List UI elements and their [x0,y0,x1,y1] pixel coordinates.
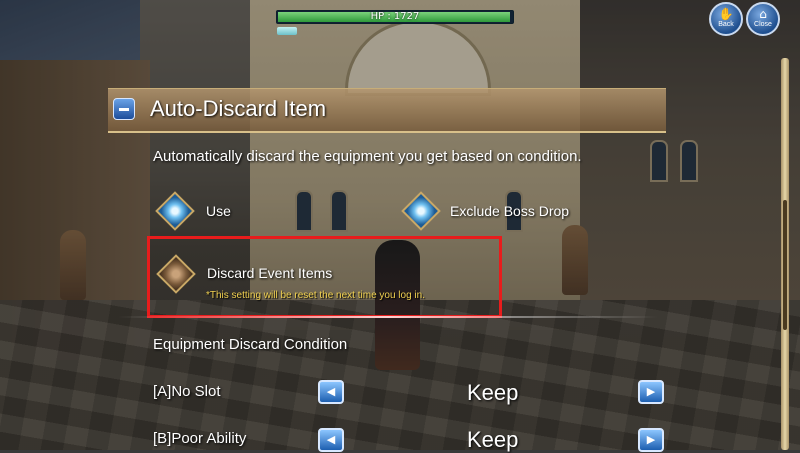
section-divider [118,316,658,318]
collapse-minus-icon[interactable] [113,98,135,120]
back-button[interactable]: ✋ Back [709,2,743,36]
home-icon: ⌂ [759,7,767,21]
option-discard-event-items-label[interactable]: Discard Event Items [207,265,332,281]
condition-b-label: [B]Poor Ability [153,430,247,447]
scrollbar-thumb[interactable] [783,200,787,330]
panel-title: Auto-Discard Item [150,96,327,121]
arrow-left-icon: ◀ [326,433,336,446]
arrow-right-icon: ▶ [646,385,656,398]
game-scene-background [0,0,800,450]
dim-overlay [0,0,800,450]
option-exclude-boss-drop-label[interactable]: Exclude Boss Drop [450,203,569,219]
section-title: Equipment Discard Condition [153,336,348,353]
condition-a-value: Keep [467,380,519,405]
back-icon: ✋ [718,7,734,21]
condition-b-value: Keep [467,427,519,452]
back-label: Back [718,21,734,28]
condition-a-prev-button[interactable]: ◀ [318,380,344,404]
condition-b-next-button[interactable]: ▶ [638,428,664,452]
hp-text: HP : 1727 [370,11,420,22]
hp-bar: HP : 1727 [276,10,514,24]
close-button[interactable]: ⌂ Close [746,2,780,36]
close-label: Close [754,21,772,28]
arrow-left-icon: ◀ [326,385,336,398]
condition-a-next-button[interactable]: ▶ [638,380,664,404]
condition-a-label: [A]No Slot [153,383,221,400]
arrow-right-icon: ▶ [646,433,656,446]
event-items-note: *This setting will be reset the next tim… [206,290,425,301]
option-use-label[interactable]: Use [206,203,231,219]
panel-description: Automatically discard the equipment you … [153,148,582,165]
condition-b-prev-button[interactable]: ◀ [318,428,344,452]
mp-bar [277,27,297,35]
